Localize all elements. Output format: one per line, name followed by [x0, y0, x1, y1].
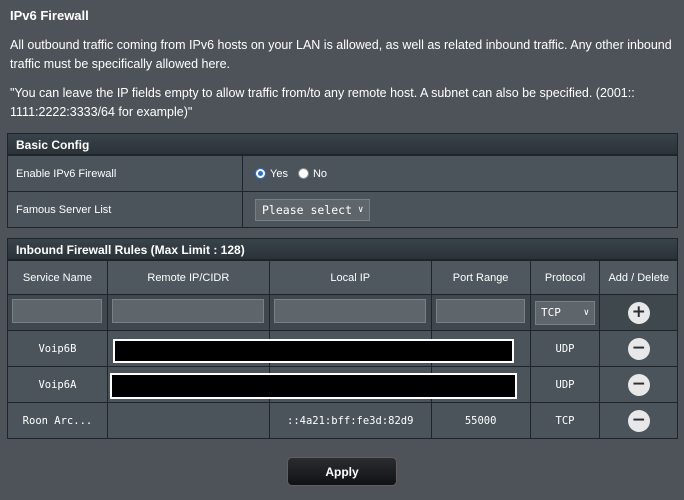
enable-yes-radio[interactable] — [255, 168, 266, 179]
famous-server-select-value: Please select — [262, 202, 353, 217]
rule-protocol: TCP — [529, 402, 601, 439]
rule-protocol: UDP — [529, 366, 601, 403]
rule-service-name: Voip6B — [7, 330, 108, 367]
ip-field-hint: "You can leave the IP fields empty to al… — [10, 86, 635, 119]
redaction-box — [110, 373, 517, 399]
famous-server-label: Famous Server List — [7, 191, 243, 228]
col-remote-ip: Remote IP/CIDR — [106, 260, 270, 295]
minus-circle-icon[interactable]: − — [627, 409, 650, 432]
new-local-ip-input[interactable] — [274, 299, 427, 323]
col-port-range: Port Range — [430, 260, 531, 295]
apply-button[interactable]: Apply — [287, 457, 397, 486]
page-title: IPv6 Firewall — [10, 8, 89, 23]
rule-service-name: Voip6A — [7, 366, 108, 403]
enable-firewall-radio-group: Yes No — [255, 168, 677, 180]
enable-yes-label[interactable]: Yes — [270, 168, 288, 180]
chevron-down-icon: ∨ — [583, 307, 589, 318]
col-service-name: Service Name — [7, 260, 108, 295]
rule-port-range: 55000 — [430, 402, 531, 439]
basic-config-table: Enable IPv6 Firewall Yes No Famous Serve… — [7, 155, 678, 228]
page-description: All outbound traffic coming from IPv6 ho… — [10, 38, 672, 71]
col-local-ip: Local IP — [268, 260, 432, 295]
new-protocol-select[interactable]: TCP ∨ — [535, 300, 595, 325]
new-port-range-input[interactable] — [436, 299, 526, 323]
chevron-down-icon: ∨ — [358, 204, 364, 215]
rule-service-name: Roon Arc... — [7, 402, 108, 439]
minus-circle-icon[interactable]: − — [627, 337, 650, 360]
inbound-rules-header: Inbound Firewall Rules (Max Limit : 128) — [7, 238, 678, 260]
plus-circle-icon[interactable]: + — [627, 301, 650, 324]
new-service-name-input[interactable] — [12, 299, 103, 323]
enable-firewall-label: Enable IPv6 Firewall — [7, 155, 243, 192]
rule-local-ip: ::4a21:bff:fe3d:82d9 — [268, 402, 432, 439]
new-rule-row: TCP ∨ + — [7, 294, 678, 331]
new-protocol-value: TCP — [541, 306, 561, 319]
rule-remote-ip — [106, 402, 270, 439]
enable-no-radio[interactable] — [297, 168, 309, 179]
redaction-box — [113, 339, 514, 363]
col-add-delete: Add / Delete — [599, 260, 678, 295]
table-row: Roon Arc... ::4a21:bff:fe3d:82d9 55000 T… — [7, 402, 678, 439]
rule-protocol: UDP — [529, 330, 601, 367]
new-remote-ip-input[interactable] — [112, 299, 265, 323]
col-protocol: Protocol — [529, 260, 601, 295]
enable-no-label[interactable]: No — [313, 168, 327, 180]
basic-config-header: Basic Config — [7, 133, 678, 155]
famous-server-select[interactable]: Please select ∨ — [255, 198, 371, 221]
minus-circle-icon[interactable]: − — [627, 373, 650, 396]
